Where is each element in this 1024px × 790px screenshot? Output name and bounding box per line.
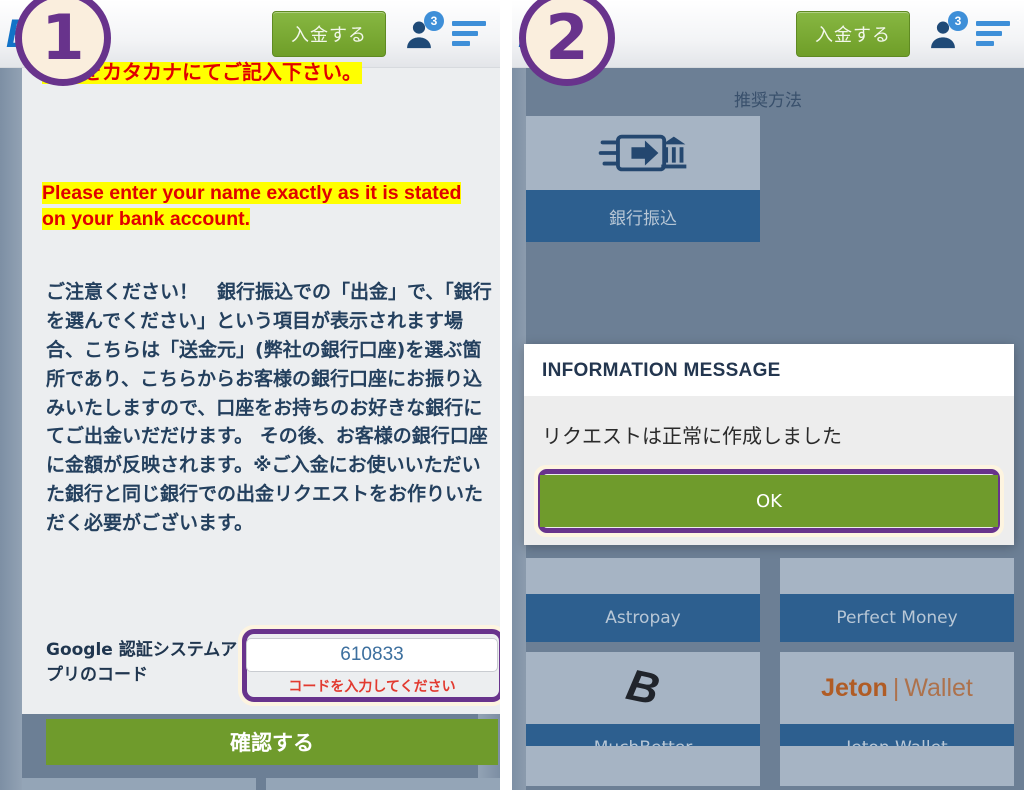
method-placeholder-left[interactable] — [526, 746, 760, 786]
section-title-recommended: 推奨方法 — [734, 91, 802, 111]
perfect-money-logo — [780, 558, 1014, 594]
information-dialog: INFORMATION MESSAGE リクエストは正常に作成しました OK — [524, 344, 1014, 545]
twofa-label: Google 認証システムアプリのコード — [46, 640, 238, 685]
twofa-row: Google 認証システムアプリのコード 610833 コードを入力してください — [46, 625, 500, 706]
payment-tile-sticpay[interactable]: STICPAY — [22, 778, 256, 790]
method-label-perfect-money: Perfect Money — [780, 594, 1014, 642]
screenshot-root: BET 入金する 3 名義をカタカナにてご記入下さい。 Please enter… — [0, 0, 1024, 790]
notice-en-line-1: Please enter your name exactly as it is … — [42, 182, 462, 204]
withdrawal-instructions: ご注意ください！ 銀行振込での「出金」で、「銀行を選んでください」という項目が表… — [46, 281, 492, 534]
dialog-title: INFORMATION MESSAGE — [524, 344, 1014, 396]
left-panel-body: 名義をカタカナにてご記入下さい。 Please enter your name … — [0, 62, 500, 790]
dialog-footer: OK — [524, 459, 1014, 545]
method-placeholder-right[interactable] — [780, 746, 1014, 786]
payment-tile-iwallet[interactable]: i wallet E-commerce System Service — [266, 778, 500, 790]
header-actions: 入金する 3 — [272, 10, 500, 57]
method-label-astropay: Astropay — [526, 594, 760, 642]
account-icon[interactable]: 3 — [402, 10, 444, 51]
deposit-button-2[interactable]: 入金する — [796, 10, 910, 57]
notice-english: Please enter your name exactly as it is … — [42, 180, 494, 233]
panel-divider — [500, 0, 512, 790]
bank-transfer-icon — [526, 116, 760, 190]
account-badge-2: 3 — [948, 10, 968, 31]
deposit-button[interactable]: 入金する — [272, 10, 386, 57]
twofa-field-group: 610833 コードを入力してください — [238, 625, 500, 706]
hamburger-menu-icon[interactable] — [452, 21, 486, 46]
withdrawal-form-card: 名義をカタカナにてご記入下さい。 Please enter your name … — [22, 62, 500, 765]
jeton-mark: Jeton | Wallet — [821, 673, 973, 702]
method-label-bank-transfer: 銀行振込 — [526, 190, 760, 242]
method-astropay[interactable]: Astropay — [526, 558, 760, 642]
placeholder-logo-right — [780, 746, 1014, 786]
left-rail — [0, 68, 22, 790]
panel-step-1: BET 入金する 3 名義をカタカナにてご記入下さい。 Please enter… — [0, 0, 500, 790]
jeton-wallet-logo: Jeton | Wallet — [780, 652, 1014, 724]
muchbetter-mark: B — [622, 660, 664, 715]
recommended-methods-grid: 銀行振込 — [526, 116, 1024, 266]
account-badge: 3 — [424, 10, 444, 31]
astropay-logo — [526, 558, 760, 594]
twofa-error-message: コードを入力してください — [288, 679, 456, 695]
account-icon-2[interactable]: 3 — [926, 10, 968, 51]
twofa-code-input[interactable]: 610833 — [246, 638, 498, 672]
notice-jp-clipped: 名義をカタカナにてご記入下さい。 — [42, 60, 482, 94]
hamburger-menu-icon-2[interactable] — [976, 21, 1010, 46]
left-payment-tiles: STICPAY i wallet E-commerce System Servi… — [22, 778, 500, 790]
notice-en-line-2: on your bank account. — [42, 208, 251, 231]
header-actions-2: 入金する 3 — [796, 10, 1024, 57]
dialog-ok-button[interactable]: OK — [540, 475, 998, 527]
confirm-button[interactable]: 確認する — [46, 719, 498, 765]
method-perfect-money[interactable]: Perfect Money — [780, 558, 1014, 642]
method-bank-transfer[interactable]: 銀行振込 — [526, 116, 760, 242]
muchbetter-logo: B — [526, 652, 760, 724]
dialog-message: リクエストは正常に作成しました — [542, 424, 842, 448]
placeholder-logo-left — [526, 746, 760, 786]
